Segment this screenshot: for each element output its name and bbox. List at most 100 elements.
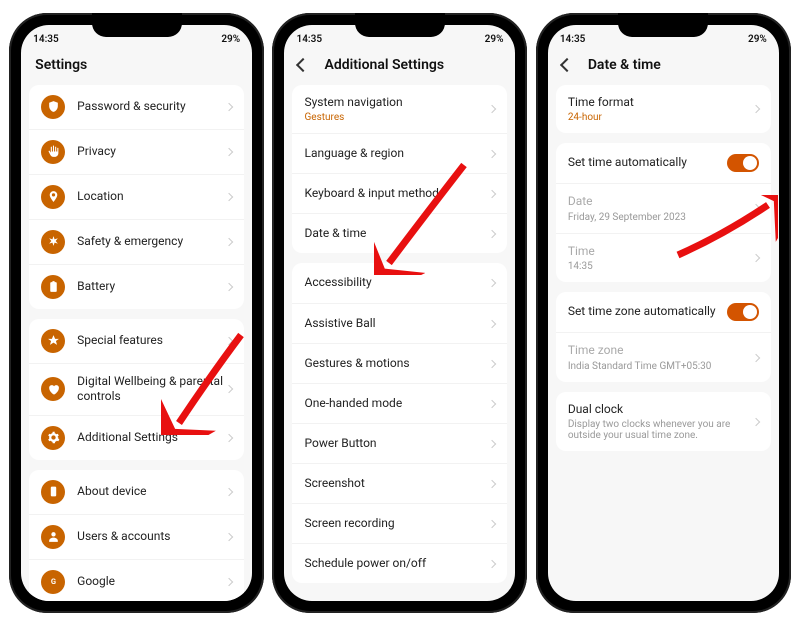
row-google[interactable]: G Google: [29, 559, 244, 601]
row-label: Digital Wellbeing & parental controls: [77, 374, 226, 405]
row-timezone: Time zone India Standard Time GMT+05:30: [556, 332, 771, 382]
row-label: Screenshot: [304, 476, 489, 492]
gear-icon: [41, 426, 65, 450]
row-battery[interactable]: Battery: [29, 264, 244, 309]
status-time: 14:35: [296, 34, 322, 45]
row-label: Time format: [568, 95, 753, 111]
row-label: Special features: [77, 333, 226, 349]
row-label: Dual clock: [568, 402, 753, 418]
card-auto-time: Set time automatically Date Friday, 29 S…: [556, 143, 771, 282]
row-value: 24-hour: [568, 112, 753, 123]
phone-frame-1: 14:35 29% Settings Password & security P…: [9, 13, 264, 613]
chevron-icon: [752, 353, 760, 361]
title-bar: Date & time: [548, 47, 779, 85]
row-time-format[interactable]: Time format 24-hour: [556, 85, 771, 134]
settings-group-security: Password & security Privacy Location Saf…: [29, 85, 244, 309]
row-label: Screen recording: [304, 516, 489, 532]
row-system-navigation[interactable]: System navigation Gestures: [292, 85, 507, 134]
row-schedule-power[interactable]: Schedule power on/off: [292, 543, 507, 583]
row-users-accounts[interactable]: Users & accounts: [29, 514, 244, 559]
row-screenshot[interactable]: Screenshot: [292, 463, 507, 503]
chevron-icon: [225, 385, 233, 393]
status-time: 14:35: [33, 34, 59, 45]
row-screen-recording[interactable]: Screen recording: [292, 503, 507, 543]
phone-frame-2: 14:35 29% Additional Settings System nav…: [272, 13, 527, 613]
row-desc: Display two clocks whenever you are outs…: [568, 419, 753, 441]
row-sublabel: Gestures: [304, 112, 489, 123]
row-label: Location: [77, 189, 226, 205]
row-language-region[interactable]: Language & region: [292, 133, 507, 173]
chevron-icon: [488, 189, 496, 197]
row-label: Battery: [77, 279, 226, 295]
status-battery: 29%: [485, 34, 504, 45]
notch: [355, 13, 445, 37]
row-keyboard-input[interactable]: Keyboard & input method: [292, 173, 507, 213]
row-label: Power Button: [304, 436, 489, 452]
row-time: Time 14:35: [556, 233, 771, 283]
hand-icon: [41, 140, 65, 164]
row-power-button[interactable]: Power Button: [292, 423, 507, 463]
row-special-features[interactable]: Special features: [29, 319, 244, 363]
row-label: About device: [77, 484, 226, 500]
settings-group-features: Special features Digital Wellbeing & par…: [29, 319, 244, 460]
toggle-switch[interactable]: [727, 154, 759, 172]
row-label: Accessibility: [304, 275, 489, 291]
chevron-icon: [488, 519, 496, 527]
row-label: Privacy: [77, 144, 226, 160]
chevron-icon: [488, 559, 496, 567]
settings-group-about: About device Users & accounts G Google: [29, 470, 244, 601]
row-value: Friday, 29 September 2023: [568, 212, 753, 223]
row-digital-wellbeing[interactable]: Digital Wellbeing & parental controls: [29, 363, 244, 415]
row-accessibility[interactable]: Accessibility: [292, 263, 507, 303]
chevron-icon: [225, 577, 233, 585]
row-safety-emergency[interactable]: Safety & emergency: [29, 219, 244, 264]
row-label: Google: [77, 574, 226, 590]
screen-date-time: 14:35 29% Date & time Time format 24-hou…: [548, 25, 779, 601]
row-about-device[interactable]: About device: [29, 470, 244, 514]
chevron-icon: [752, 105, 760, 113]
row-additional-settings[interactable]: Additional Settings: [29, 415, 244, 460]
row-location[interactable]: Location: [29, 174, 244, 219]
row-set-timezone-automatically[interactable]: Set time zone automatically: [556, 292, 771, 332]
row-date-time[interactable]: Date & time: [292, 213, 507, 253]
chevron-icon: [488, 359, 496, 367]
chevron-icon: [488, 319, 496, 327]
row-label: Gestures & motions: [304, 356, 489, 372]
row-label: Password & security: [77, 99, 226, 115]
row-value: 14:35: [568, 261, 753, 272]
row-value: India Standard Time GMT+05:30: [568, 361, 753, 372]
row-label: One-handed mode: [304, 396, 489, 412]
screen-settings: 14:35 29% Settings Password & security P…: [21, 25, 252, 601]
status-time: 14:35: [560, 34, 586, 45]
chevron-icon: [488, 399, 496, 407]
status-battery: 29%: [221, 34, 240, 45]
row-dual-clock[interactable]: Dual clock Display two clocks whenever y…: [556, 392, 771, 452]
chevron-icon: [488, 439, 496, 447]
chevron-icon: [488, 229, 496, 237]
pin-icon: [41, 185, 65, 209]
row-set-time-automatically[interactable]: Set time automatically: [556, 143, 771, 183]
back-icon[interactable]: [296, 57, 310, 71]
group-accessibility: Accessibility Assistive Ball Gestures & …: [292, 263, 507, 583]
row-label: Date & time: [304, 226, 489, 242]
chevron-icon: [488, 479, 496, 487]
row-label: Schedule power on/off: [304, 556, 489, 572]
card-dual-clock: Dual clock Display two clocks whenever y…: [556, 392, 771, 452]
user-icon: [41, 525, 65, 549]
row-password-security[interactable]: Password & security: [29, 85, 244, 129]
chevron-icon: [752, 254, 760, 262]
asterisk-icon: [41, 230, 65, 254]
row-one-handed[interactable]: One-handed mode: [292, 383, 507, 423]
svg-text:G: G: [51, 577, 56, 586]
toggle-switch[interactable]: [727, 303, 759, 321]
card-time-format: Time format 24-hour: [556, 85, 771, 134]
chevron-icon: [225, 532, 233, 540]
info-icon: [41, 480, 65, 504]
row-privacy[interactable]: Privacy: [29, 129, 244, 174]
chevron-icon: [225, 433, 233, 441]
back-icon[interactable]: [560, 57, 574, 71]
row-assistive-ball[interactable]: Assistive Ball: [292, 303, 507, 343]
page-title: Additional Settings: [324, 57, 444, 73]
chevron-icon: [752, 204, 760, 212]
row-gestures-motions[interactable]: Gestures & motions: [292, 343, 507, 383]
